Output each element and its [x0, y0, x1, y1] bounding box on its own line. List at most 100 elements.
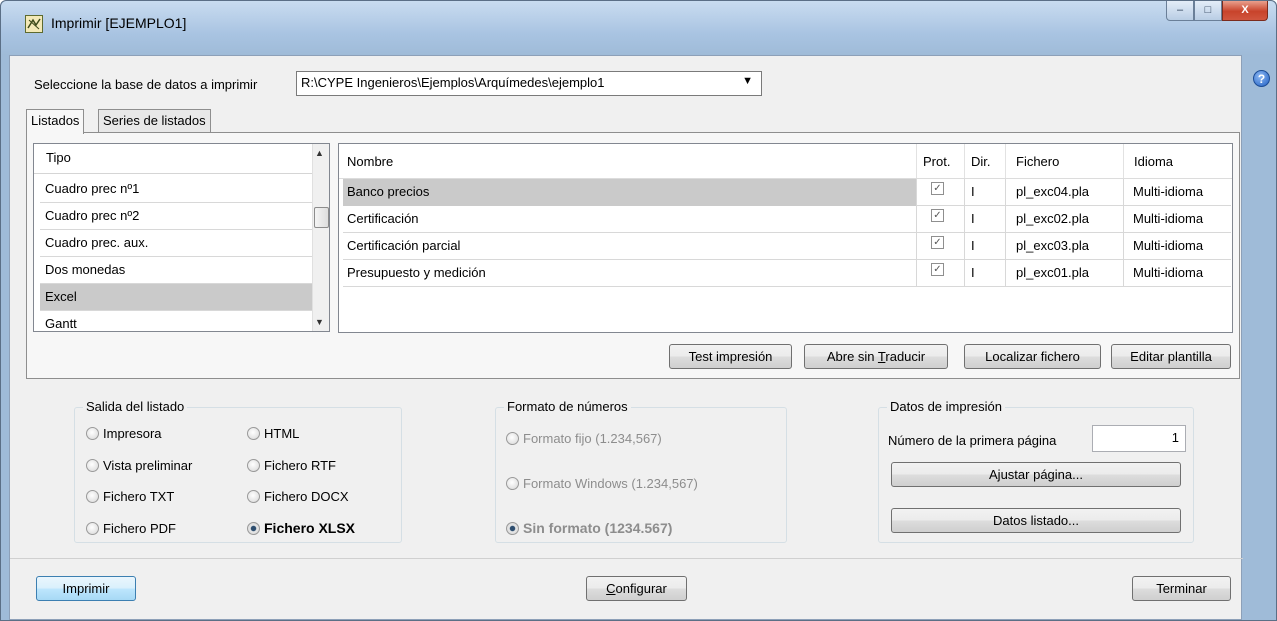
cell-idioma: Multi-idioma	[1133, 265, 1204, 280]
help-icon[interactable]: ?	[1253, 70, 1270, 87]
cell-idioma: Multi-idioma	[1133, 238, 1204, 253]
list-data-button[interactable]: Datos listado...	[891, 508, 1181, 533]
type-list-item[interactable]: Cuadro prec. aux.	[40, 230, 312, 257]
cell-prot: ✓	[917, 233, 965, 260]
radio-vista-preliminar[interactable]: Vista preliminar	[86, 458, 192, 473]
radio-circle	[86, 459, 99, 472]
radio-circle-selected	[506, 522, 519, 535]
type-list-scrollbar[interactable]: ▲ ▼	[312, 144, 329, 331]
tab-series-de-listados[interactable]: Series de listados	[98, 109, 211, 133]
type-list-item[interactable]: Cuadro prec nº1	[40, 176, 312, 203]
radio-label: Fichero RTF	[264, 458, 336, 473]
print-dialog-window: Imprimir [EJEMPLO1] – □ X ? Seleccione l…	[0, 0, 1277, 621]
radio-html[interactable]: HTML	[247, 426, 299, 441]
prot-checkbox[interactable]: ✓	[931, 209, 944, 222]
type-list-item[interactable]: Dos monedas	[40, 257, 312, 284]
type-list-item[interactable]: Cuadro prec nº2	[40, 203, 312, 230]
column-header-prot[interactable]: Prot.	[917, 144, 965, 178]
radio-label: Formato fijo (1.234,567)	[523, 431, 662, 446]
maximize-button[interactable]: □	[1194, 1, 1222, 21]
tab-listados[interactable]: Listados	[26, 109, 85, 134]
type-list-item-selected[interactable]: Excel	[40, 284, 312, 311]
radio-circle	[247, 490, 260, 503]
cell-fichero: pl_exc03.pla	[1006, 233, 1124, 260]
radio-label: Vista preliminar	[103, 458, 193, 473]
database-label: Seleccione la base de datos a imprimir	[34, 77, 258, 92]
radio-circle	[506, 432, 519, 445]
radio-fichero-xlsx[interactable]: Fichero XLSX	[247, 520, 355, 536]
radio-formato-windows[interactable]: Formato Windows (1.234,567)	[506, 476, 698, 491]
radio-circle	[247, 459, 260, 472]
radio-circle	[86, 427, 99, 440]
edit-template-button[interactable]: Editar plantilla	[1111, 344, 1231, 369]
first-page-input[interactable]: 1	[1092, 425, 1186, 452]
database-select[interactable]: R:\CYPE Ingenieros\Ejemplos\Arquímedes\e…	[296, 71, 762, 96]
radio-fichero-txt[interactable]: Fichero TXT	[86, 489, 174, 504]
cell-nombre: Certificación	[343, 206, 917, 233]
cell-prot: ✓	[917, 260, 965, 287]
radio-circle	[86, 490, 99, 503]
finish-button[interactable]: Terminar	[1132, 576, 1231, 601]
window-title: Imprimir [EJEMPLO1]	[51, 15, 187, 31]
print-data-title: Datos de impresión	[887, 399, 1005, 414]
dialog-client-area: Seleccione la base de datos a imprimir R…	[9, 55, 1243, 620]
radio-sin-formato[interactable]: Sin formato (1234.567)	[506, 520, 672, 536]
table-row[interactable]: Certificación ✓ I pl_exc02.pla Multi-idi…	[343, 206, 1231, 233]
radio-circle	[86, 522, 99, 535]
cell-fichero: pl_exc04.pla	[1006, 179, 1124, 206]
dropdown-arrow-icon[interactable]: ▼	[742, 75, 753, 87]
cell-fichero: pl_exc01.pla	[1006, 260, 1124, 287]
radio-label: Fichero TXT	[103, 489, 175, 504]
column-header-fichero[interactable]: Fichero	[1006, 144, 1124, 178]
minimize-button[interactable]: –	[1166, 1, 1194, 21]
radio-label: Sin formato (1234.567)	[523, 520, 673, 536]
number-format-title: Formato de números	[504, 399, 631, 414]
listings-table: Nombre Prot. Dir. Fichero Idioma Banco p…	[338, 143, 1233, 333]
prot-checkbox[interactable]: ✓	[931, 263, 944, 276]
radio-label: Impresora	[103, 426, 162, 441]
radio-fichero-pdf[interactable]: Fichero PDF	[86, 521, 176, 536]
button-text: Abre sin	[826, 349, 878, 364]
output-group-title: Salida del listado	[83, 399, 188, 414]
print-button[interactable]: Imprimir	[36, 576, 136, 601]
button-text: raducir	[885, 349, 926, 364]
cell-dir: I	[965, 179, 1006, 206]
radio-label: Fichero PDF	[103, 521, 176, 536]
locate-file-button[interactable]: Localizar fichero	[964, 344, 1101, 369]
radio-label: Formato Windows (1.234,567)	[523, 476, 698, 491]
radio-label: HTML	[264, 426, 300, 441]
cell-dir: I	[965, 233, 1006, 260]
cell-nombre: Presupuesto y medición	[343, 260, 917, 287]
radio-fichero-docx[interactable]: Fichero DOCX	[247, 489, 349, 504]
prot-checkbox[interactable]: ✓	[931, 236, 944, 249]
type-listbox[interactable]: Tipo Cuadro prec nº1 Cuadro prec nº2 Cua…	[33, 143, 330, 332]
column-header-idioma[interactable]: Idioma	[1124, 144, 1232, 178]
cell-idioma: Multi-idioma	[1133, 184, 1204, 199]
scrollbar-thumb[interactable]	[314, 207, 329, 228]
scroll-down-icon[interactable]: ▼	[315, 317, 324, 327]
prot-checkbox[interactable]: ✓	[931, 182, 944, 195]
radio-fichero-rtf[interactable]: Fichero RTF	[247, 458, 336, 473]
radio-label: Fichero XLSX	[264, 520, 356, 536]
button-mnemonic: C	[606, 581, 616, 596]
configure-button[interactable]: Configurar	[586, 576, 687, 601]
radio-formato-fijo[interactable]: Formato fijo (1.234,567)	[506, 431, 662, 446]
open-without-translate-button[interactable]: Abre sin Traducir	[804, 344, 948, 369]
column-header-dir[interactable]: Dir.	[965, 144, 1006, 178]
close-button[interactable]: X	[1222, 1, 1268, 21]
cell-prot: ✓	[917, 206, 965, 233]
cell-nombre: Banco precios	[343, 179, 917, 206]
table-row[interactable]: Presupuesto y medición ✓ I pl_exc01.pla …	[343, 260, 1231, 287]
radio-label: Fichero DOCX	[264, 489, 349, 504]
table-row[interactable]: Certificación parcial ✓ I pl_exc03.pla M…	[343, 233, 1231, 260]
column-header-nombre[interactable]: Nombre	[339, 144, 917, 178]
table-row[interactable]: Banco precios ✓ I pl_exc04.pla Multi-idi…	[343, 179, 1231, 206]
scroll-up-icon[interactable]: ▲	[315, 148, 324, 158]
title-bar[interactable]: Imprimir [EJEMPLO1] – □ X	[1, 1, 1276, 55]
test-print-button[interactable]: Test impresión	[669, 344, 792, 369]
radio-circle	[506, 477, 519, 490]
adjust-page-button[interactable]: Ajustar página...	[891, 462, 1181, 487]
radio-impresora[interactable]: Impresora	[86, 426, 162, 441]
type-list-item[interactable]: Gantt	[40, 311, 312, 331]
window-controls: – □ X	[1166, 1, 1268, 23]
